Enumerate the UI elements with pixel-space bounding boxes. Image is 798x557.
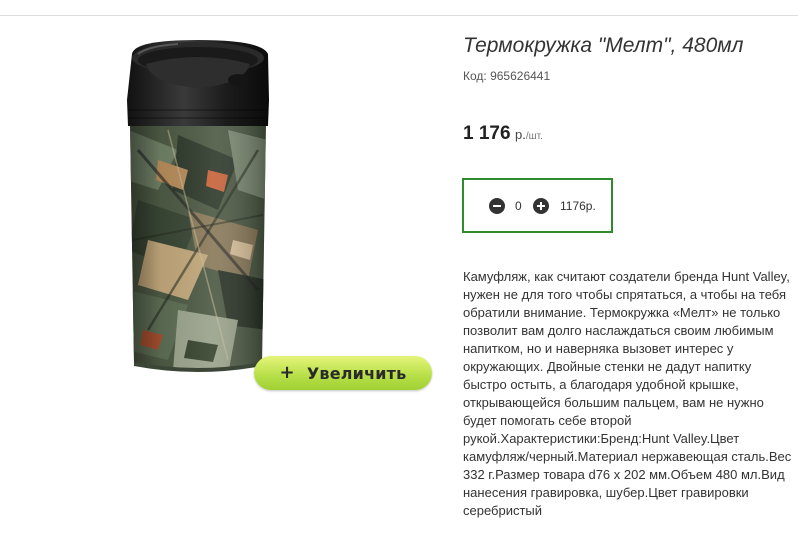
zoom-button-label: Увеличить [306, 363, 407, 383]
plus-icon: + [279, 362, 295, 383]
zoom-button[interactable]: + Увеличить [254, 356, 432, 390]
header-divider [0, 15, 798, 16]
plus-circle-icon[interactable] [533, 198, 549, 214]
quantity-value[interactable]: 0 [515, 199, 522, 213]
quantity-total: 1176р. [560, 199, 596, 213]
product-title: Термокружка "Мелт", 480мл [463, 34, 744, 57]
minus-circle-icon[interactable] [489, 198, 505, 214]
product-description: Камуфляж, как считают создатели бренда H… [463, 269, 792, 518]
product-price: 1 176 р./шт. [463, 123, 543, 145]
price-unit: /шт. [525, 131, 543, 142]
product-code: Код: 965626441 [463, 69, 551, 83]
price-amount: 1 176 [463, 123, 511, 144]
product-image[interactable] [118, 40, 288, 400]
price-currency: р. [515, 127, 526, 142]
quantity-selector: 0 1176р. [462, 178, 613, 233]
